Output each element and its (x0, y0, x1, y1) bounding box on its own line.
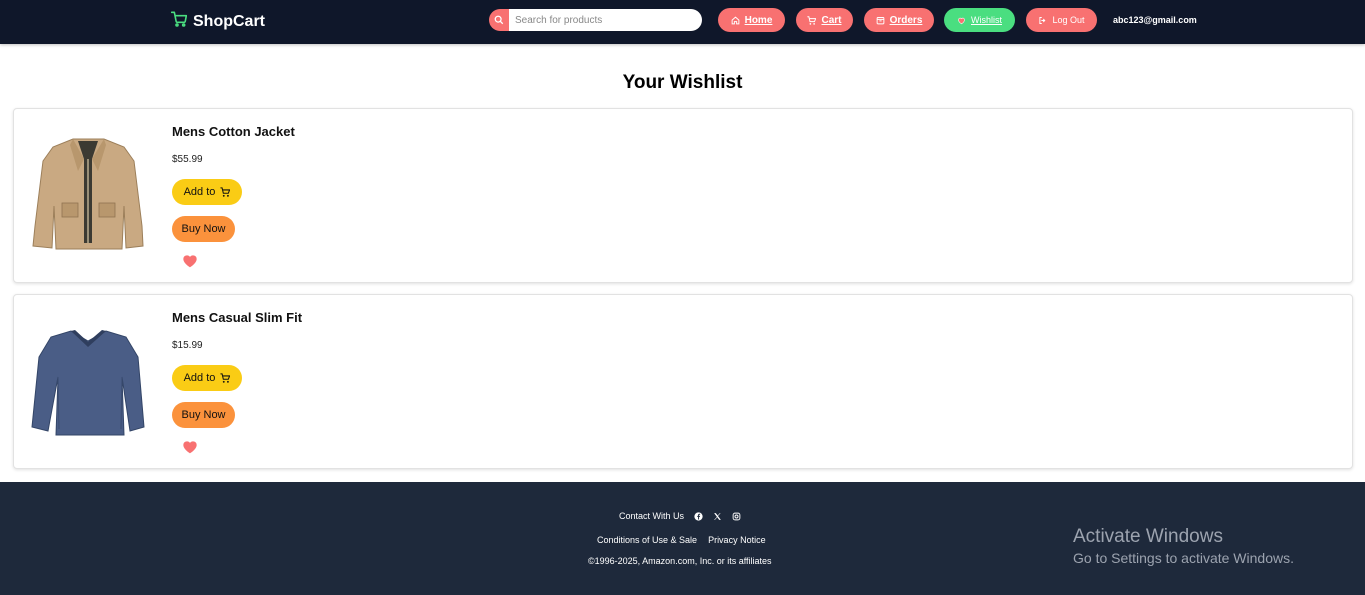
product-image-jacket[interactable] (26, 131, 151, 256)
instagram-icon[interactable] (732, 512, 741, 521)
privacy-link[interactable]: Privacy Notice (708, 535, 766, 545)
wishlist-heart-icon[interactable] (182, 254, 198, 268)
footer-links: Conditions of Use & Sale Privacy Notice (597, 535, 766, 545)
product-price: $55.99 (172, 154, 203, 165)
heart-icon (958, 17, 965, 24)
contact-label: Contact With Us (619, 511, 685, 521)
search-bar (489, 9, 702, 31)
wishlist-item: Mens Casual Slim Fit $15.99 Add to Buy N… (13, 294, 1353, 469)
nav-wishlist-button[interactable]: Wishlist (944, 8, 1015, 32)
footer-contact-row: Contact With Us (619, 511, 741, 521)
add-to-cart-button[interactable]: Add to (172, 365, 242, 391)
box-icon (876, 16, 884, 24)
nav-wishlist-label: Wishlist (971, 15, 1002, 25)
add-to-cart-button[interactable]: Add to (172, 179, 242, 205)
buy-now-button[interactable]: Buy Now (172, 216, 235, 242)
logout-label: Log Out (1052, 15, 1085, 25)
add-to-cart-label: Add to (183, 186, 216, 198)
watermark-subtitle: Go to Settings to activate Windows. (1073, 550, 1294, 566)
search-input[interactable] (509, 9, 702, 31)
page-title: Your Wishlist (622, 72, 743, 93)
product-price: $15.99 (172, 340, 203, 351)
nav-cart-button[interactable]: Cart (796, 8, 853, 32)
product-name[interactable]: Mens Cotton Jacket (172, 124, 295, 139)
wishlist-heart-icon[interactable] (182, 440, 198, 454)
product-name[interactable]: Mens Casual Slim Fit (172, 310, 302, 325)
footer: Contact With Us Conditions of Use & Sale… (0, 482, 1365, 595)
add-to-cart-label: Add to (183, 372, 216, 384)
x-twitter-icon[interactable] (713, 512, 722, 521)
conditions-link[interactable]: Conditions of Use & Sale (597, 535, 697, 545)
brand-logo[interactable]: ShopCart (170, 11, 265, 32)
wishlist-item: Mens Cotton Jacket $55.99 Add to Buy Now (13, 108, 1353, 283)
facebook-icon[interactable] (694, 511, 703, 521)
home-icon (731, 15, 739, 24)
logout-button[interactable]: Log Out (1026, 8, 1097, 32)
nav-cart-label: Cart (821, 14, 842, 26)
user-email: abc123@gmail.com (1113, 15, 1197, 25)
nav-home-button[interactable]: Home (718, 8, 785, 32)
search-button[interactable] (489, 9, 509, 31)
top-navbar: ShopCart Home Cart Orders Wishlist Log O… (0, 0, 1365, 44)
cart-icon (220, 373, 231, 383)
nav-orders-button[interactable]: Orders (864, 8, 934, 32)
copyright-text: ©1996-2025, Amazon.com, Inc. or its affi… (588, 556, 772, 566)
cart-logo-icon (170, 11, 188, 32)
cart-icon (807, 15, 817, 25)
nav-home-label: Home (744, 14, 773, 26)
logout-icon (1039, 16, 1046, 24)
watermark-title: Activate Windows (1073, 526, 1223, 547)
windows-activation-watermark: Activate Windows Go to Settings to activ… (1073, 526, 1294, 566)
buy-now-button[interactable]: Buy Now (172, 402, 235, 428)
nav-orders-label: Orders (889, 14, 923, 26)
search-icon (494, 15, 504, 25)
product-image-shirt[interactable] (26, 317, 151, 442)
brand-name: ShopCart (193, 12, 265, 30)
cart-icon (220, 187, 231, 197)
